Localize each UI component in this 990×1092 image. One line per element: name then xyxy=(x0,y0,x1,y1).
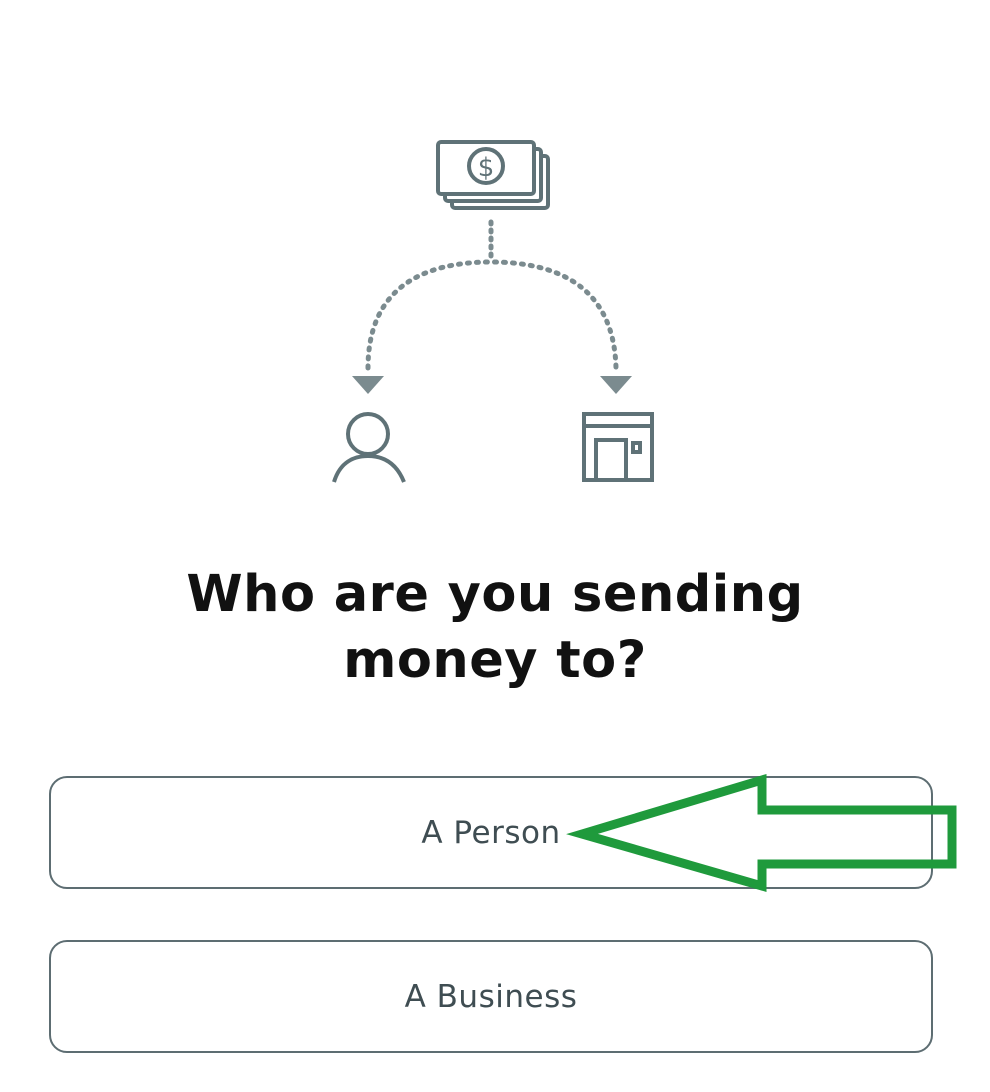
page-title-line-1: Who are you sending xyxy=(186,565,804,624)
send-money-illustration: $ xyxy=(332,140,654,483)
money-stack-icon: $ xyxy=(436,140,550,210)
person-icon xyxy=(332,412,406,483)
storefront-icon xyxy=(582,412,654,482)
page-title: Who are you sending money to? xyxy=(0,562,990,694)
flow-arc xyxy=(365,259,619,371)
a-person-label: A Person xyxy=(421,814,561,851)
arrow-down-right-icon xyxy=(600,376,632,394)
a-person-button[interactable]: A Person xyxy=(49,776,933,889)
arrow-down-left-icon xyxy=(352,376,384,394)
page-title-line-2: money to? xyxy=(343,631,647,690)
a-business-label: A Business xyxy=(404,978,578,1015)
a-business-button[interactable]: A Business xyxy=(49,940,933,1053)
dollar-symbol: $ xyxy=(478,153,495,183)
